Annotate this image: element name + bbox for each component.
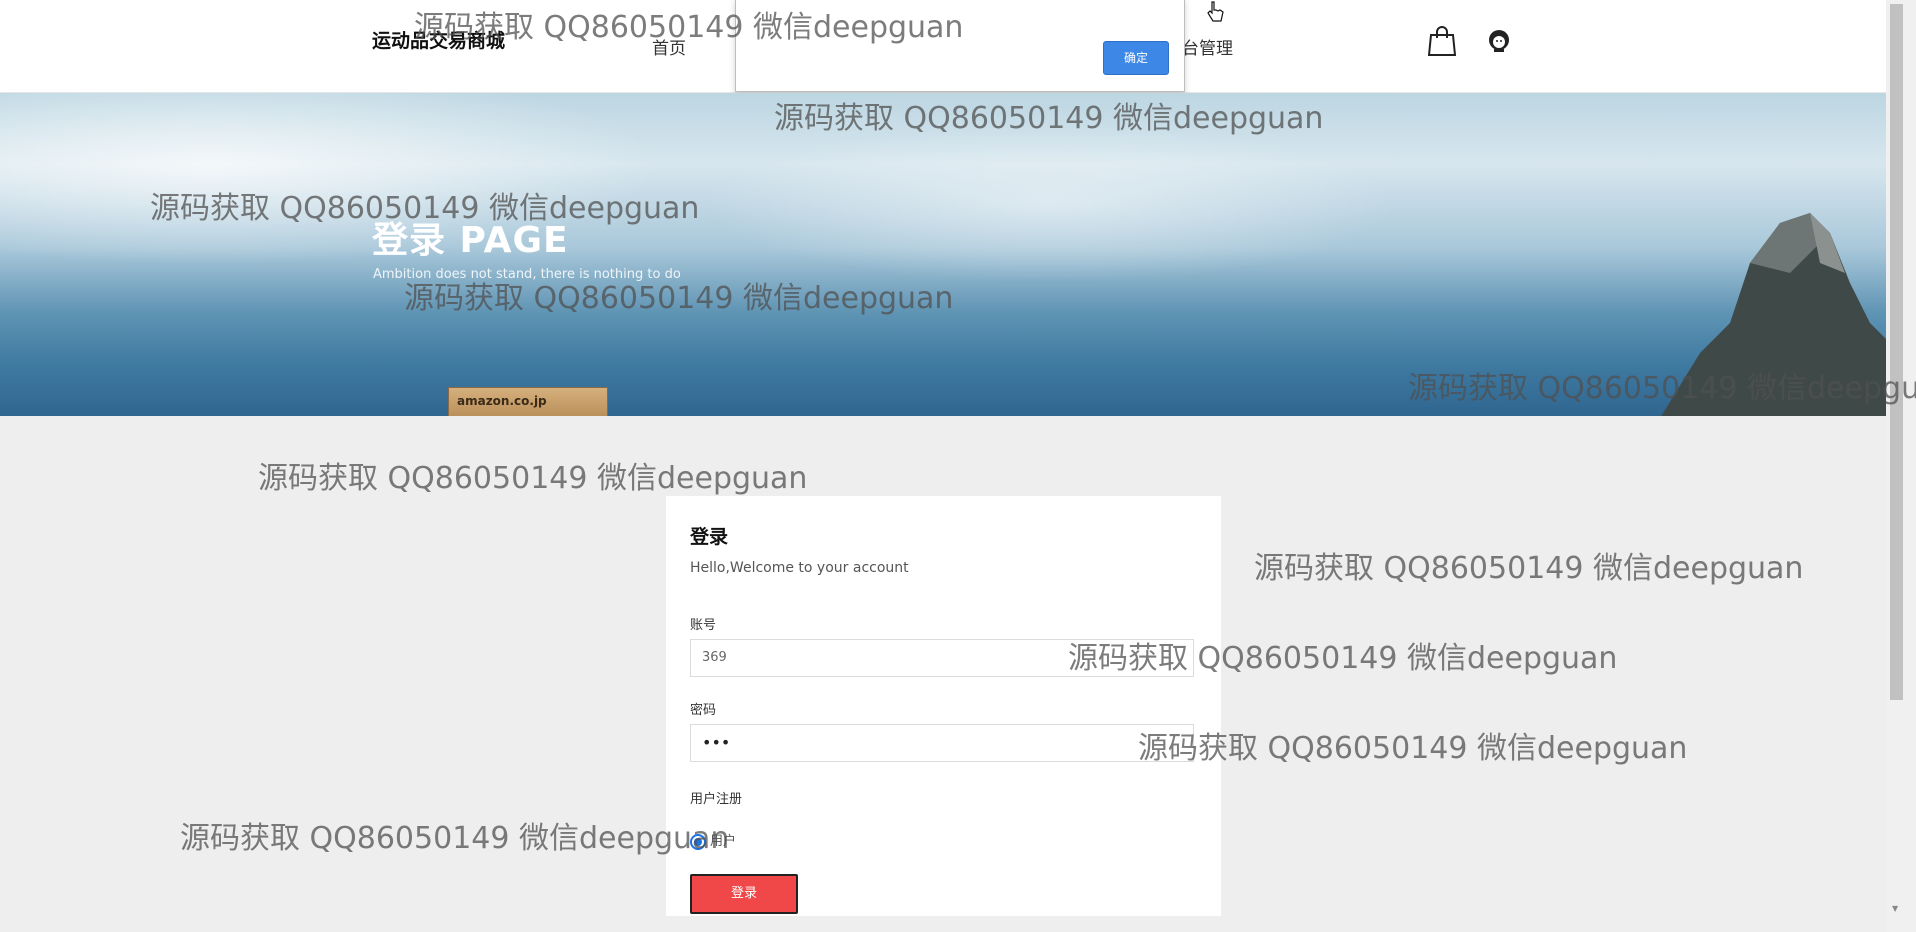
banner-subtitle: Ambition does not stand, there is nothin… [373,267,681,282]
password-input[interactable]: ••• [690,724,1194,762]
login-subtitle: Hello,Welcome to your account [690,560,909,576]
login-title: 登录 [690,526,729,548]
watermark-text: 源码获取 QQ86050149 微信deepguan [180,821,730,856]
banner-cloud [700,123,1400,283]
hand-cursor-icon [1207,1,1224,22]
nav-item-home[interactable]: 首页 [652,39,686,59]
watermark-text: 源码获取 QQ86050149 微信deepguan [258,461,808,496]
banner-cloud [0,93,700,273]
alert-dialog: 确定 [735,0,1185,92]
nav-item-admin[interactable]: 台管理 [1182,34,1233,59]
password-label: 密码 [690,703,717,718]
login-button[interactable]: 登录 [690,874,798,914]
scrollbar-thumb[interactable] [1890,4,1903,700]
role-radio-user[interactable] [690,833,706,850]
vertical-scrollbar[interactable]: ▼ [1886,0,1916,932]
site-logo[interactable]: 运动品交易商城 [372,26,505,53]
box-label: amazon.co.jp [457,394,547,408]
user-avatar-icon[interactable] [1486,28,1512,58]
register-link[interactable]: 用户注册 [690,788,742,807]
package-box-image: amazon.co.jp [448,387,608,416]
dialog-ok-button[interactable]: 确定 [1103,41,1169,75]
watermark-text: 源码获取 QQ86050149 微信deepguan [1254,551,1804,586]
account-input[interactable]: 369 [690,639,1194,677]
shopping-bag-icon[interactable] [1427,26,1457,60]
role-radio-label: 用户 [710,834,737,849]
account-label: 账号 [690,618,717,633]
rock-island-graphic [1661,213,1886,416]
banner-title: 登录 PAGE [372,220,569,261]
scroll-down-arrow-icon[interactable]: ▼ [1892,904,1898,913]
login-card: 登录 Hello,Welcome to your account 账号 369 … [666,496,1221,916]
hero-banner: 登录 PAGE Ambition does not stand, there i… [0,93,1886,416]
role-radio-group: 用户 [690,830,736,850]
